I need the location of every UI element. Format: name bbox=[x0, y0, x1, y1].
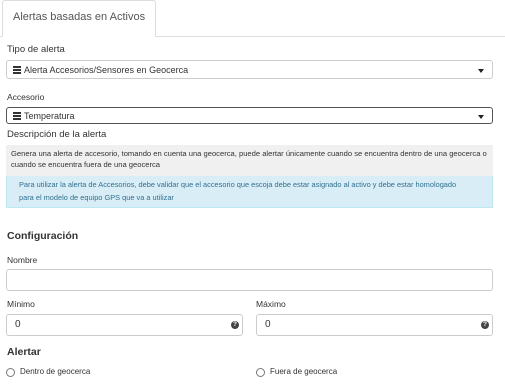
minimo-label: Mínimo bbox=[7, 299, 35, 309]
accesorio-select[interactable]: Temperatura bbox=[6, 107, 493, 124]
descripcion-text: Genera una alerta de accesorio, tomando … bbox=[6, 145, 493, 176]
tab-bar: Alertas basadas en Activos bbox=[0, 0, 505, 37]
tipo-alerta-label: Tipo de alerta bbox=[7, 44, 65, 55]
descripcion-label: Descripción de la alerta bbox=[7, 129, 107, 140]
tipo-alerta-select[interactable]: Alerta Accesorios/Sensores en Geocerca bbox=[6, 60, 493, 79]
tipo-alerta-value: Alerta Accesorios/Sensores en Geocerca bbox=[24, 64, 189, 75]
minimo-input[interactable]: 0 bbox=[6, 314, 243, 336]
nombre-input[interactable] bbox=[6, 269, 493, 291]
help-icon[interactable]: ? bbox=[481, 321, 489, 329]
info-alert: Para utilizar la alerta de Accesorios, d… bbox=[6, 176, 493, 208]
radio-dentro-geocerca[interactable] bbox=[6, 368, 15, 377]
maximo-input[interactable]: 0 bbox=[256, 314, 493, 336]
info-line-1: Para utilizar la alerta de Accesorios, d… bbox=[19, 180, 457, 189]
radio-fuera-label: Fuera de geocerca bbox=[270, 367, 338, 376]
info-line-2: para el modelo de equipo GPS que va a ut… bbox=[19, 193, 174, 202]
descripcion-line-1: Genera una alerta de accesorio, tomando … bbox=[11, 149, 487, 158]
maximo-label: Máximo bbox=[256, 299, 286, 309]
list-icon bbox=[13, 66, 21, 74]
chevron-down-icon bbox=[478, 114, 484, 119]
accesorio-value: Temperatura bbox=[24, 110, 75, 121]
help-icon[interactable]: ? bbox=[231, 321, 239, 329]
alertar-heading: Alertar bbox=[7, 346, 41, 358]
chevron-down-icon bbox=[478, 68, 484, 73]
configuracion-heading: Configuración bbox=[7, 230, 79, 242]
radio-dentro-label: Dentro de geocerca bbox=[20, 367, 91, 376]
tab-alertas-activos[interactable]: Alertas basadas en Activos bbox=[2, 0, 157, 37]
descripcion-line-2: cuando se encuentra fuera de una geocerc… bbox=[11, 160, 161, 169]
nombre-label: Nombre bbox=[7, 255, 38, 265]
list-icon bbox=[13, 112, 21, 120]
radio-fuera-geocerca[interactable] bbox=[256, 368, 265, 377]
accesorio-label: Accesorio bbox=[7, 92, 45, 102]
